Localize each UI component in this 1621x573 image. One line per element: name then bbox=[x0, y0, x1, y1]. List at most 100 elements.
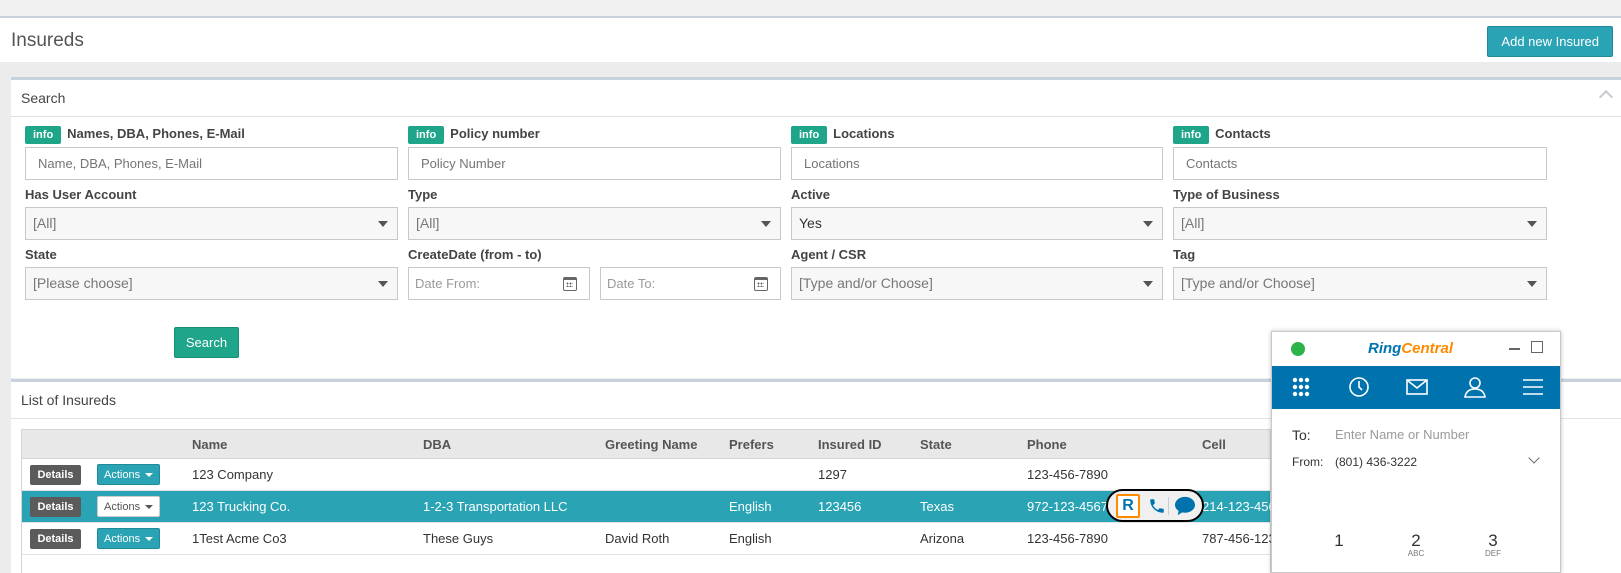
cell-greeting-name: David Roth bbox=[605, 531, 670, 546]
names-label: info Names, DBA, Phones, E-Mail bbox=[25, 126, 245, 144]
info-badge[interactable]: info bbox=[1173, 126, 1210, 144]
search-panel-heading[interactable]: Search bbox=[11, 80, 1621, 117]
ringcentral-widget: RingCentral To: Enter Name or Number Fro… bbox=[1271, 331, 1561, 573]
cell-dba: These Guys bbox=[423, 531, 494, 546]
date-from-input[interactable]: Date From: bbox=[408, 267, 590, 300]
table-header: Name DBA Greeting Name Prefers Insured I… bbox=[22, 430, 1270, 459]
insureds-table: Name DBA Greeting Name Prefers Insured I… bbox=[21, 429, 1276, 573]
caret-down-icon bbox=[761, 221, 771, 227]
cell-name: 1Test Acme Co3 bbox=[192, 531, 287, 546]
ringcentral-titlebar: RingCentral bbox=[1272, 332, 1560, 366]
has-user-account-select[interactable]: [All] bbox=[25, 207, 398, 240]
policy-number-input[interactable] bbox=[408, 147, 781, 180]
active-select[interactable]: Yes bbox=[791, 207, 1163, 240]
cell-dba: 1-2-3 Transportation LLC bbox=[423, 499, 568, 514]
minimize-icon[interactable] bbox=[1509, 348, 1520, 350]
tag-label: Tag bbox=[1173, 247, 1196, 262]
popout-icon[interactable] bbox=[1531, 341, 1543, 353]
contacts-icon[interactable] bbox=[1450, 366, 1500, 409]
column-header-state[interactable]: State bbox=[920, 437, 952, 452]
contacts-input[interactable] bbox=[1173, 147, 1547, 180]
cell-prefers: English bbox=[729, 531, 772, 546]
column-header-greeting-name[interactable]: Greeting Name bbox=[605, 437, 697, 452]
chevron-down-icon[interactable] bbox=[1528, 452, 1540, 464]
cell-phone: 123-456-7890 bbox=[1027, 531, 1108, 546]
menu-icon[interactable] bbox=[1508, 366, 1558, 409]
details-button[interactable]: Details bbox=[30, 497, 81, 517]
state-select[interactable]: [Please choose] bbox=[25, 267, 398, 300]
from-number-select[interactable]: (801) 436-3222 bbox=[1335, 455, 1417, 469]
cell-cell: 787-456-123 bbox=[1202, 531, 1276, 546]
locations-input[interactable] bbox=[791, 147, 1163, 180]
column-header-prefers[interactable]: Prefers bbox=[729, 437, 774, 452]
actions-dropdown-button[interactable]: Actions bbox=[97, 528, 160, 549]
cell-cell: 214-123-456 bbox=[1202, 499, 1276, 514]
from-label: From: bbox=[1292, 455, 1324, 469]
table-row[interactable]: Details Actions 1Test Acme Co3 These Guy… bbox=[22, 523, 1276, 555]
cell-phone: 972-123-4567 bbox=[1027, 499, 1108, 514]
dialpad-icon[interactable] bbox=[1276, 366, 1326, 409]
type-label: Type bbox=[408, 187, 438, 202]
add-new-insured-button[interactable]: Add new Insured bbox=[1487, 26, 1613, 57]
policy-label: info Policy number bbox=[408, 126, 540, 144]
actions-dropdown-button[interactable]: Actions bbox=[97, 464, 160, 485]
column-header-insured-id[interactable]: Insured ID bbox=[818, 437, 882, 452]
column-header-phone[interactable]: Phone bbox=[1027, 437, 1067, 452]
ringcentral-nav bbox=[1272, 366, 1560, 409]
messages-icon[interactable] bbox=[1392, 366, 1442, 409]
cell-prefers: English bbox=[729, 499, 772, 514]
create-date-label: CreateDate (from - to) bbox=[408, 247, 542, 262]
dialpad-key-3[interactable]: 3 DEF bbox=[1478, 531, 1508, 558]
details-button[interactable]: Details bbox=[30, 465, 81, 485]
ringcentral-phone-tools: R bbox=[1106, 489, 1204, 522]
calendar-icon[interactable] bbox=[563, 277, 577, 291]
phone-call-icon[interactable] bbox=[1148, 497, 1166, 515]
dialpad-key-2[interactable]: 2 ABC bbox=[1401, 531, 1431, 558]
ringcentral-logo: RingCentral bbox=[1368, 340, 1454, 357]
calendar-icon[interactable] bbox=[754, 277, 768, 291]
column-header-dba[interactable]: DBA bbox=[423, 437, 451, 452]
caret-down-icon bbox=[378, 281, 388, 287]
agent-csr-select[interactable]: [Type and/or Choose] bbox=[791, 267, 1163, 300]
names-search-input[interactable] bbox=[25, 147, 398, 180]
info-badge[interactable]: info bbox=[791, 126, 828, 144]
page-title: Insureds bbox=[11, 30, 84, 51]
to-label: To: bbox=[1292, 427, 1311, 443]
table-row[interactable]: Details Actions 123 Company 1297 123-456… bbox=[22, 459, 1270, 491]
top-band bbox=[0, 0, 1621, 16]
dialpad-key-1[interactable]: 1 bbox=[1324, 531, 1354, 551]
call-history-icon[interactable] bbox=[1334, 366, 1384, 409]
table-row-selected[interactable]: Details Actions 123 Trucking Co. 1-2-3 T… bbox=[22, 491, 1276, 523]
cell-insured-id: 123456 bbox=[818, 499, 862, 514]
caret-down-icon bbox=[1527, 281, 1537, 287]
type-of-business-select[interactable]: [All] bbox=[1173, 207, 1547, 240]
has-user-account-label: Has User Account bbox=[25, 187, 137, 202]
chevron-up-icon[interactable] bbox=[1598, 89, 1614, 105]
cell-name: 123 Company bbox=[192, 467, 273, 482]
caret-down-icon bbox=[378, 221, 388, 227]
column-header-name[interactable]: Name bbox=[192, 437, 227, 452]
type-of-business-label: Type of Business bbox=[1173, 187, 1280, 202]
search-button[interactable]: Search bbox=[174, 327, 239, 358]
active-label: Active bbox=[791, 187, 831, 202]
actions-dropdown-button[interactable]: Actions bbox=[97, 496, 160, 517]
column-header-cell[interactable]: Cell bbox=[1202, 437, 1226, 452]
contacts-label: info Contacts bbox=[1173, 126, 1271, 144]
search-panel-title: Search bbox=[21, 90, 66, 106]
info-badge[interactable]: info bbox=[408, 126, 445, 144]
to-number-input[interactable]: Enter Name or Number bbox=[1335, 427, 1469, 442]
sms-message-icon[interactable] bbox=[1174, 496, 1196, 516]
ringcentral-logo-icon[interactable]: R bbox=[1116, 494, 1140, 518]
details-button[interactable]: Details bbox=[30, 529, 81, 549]
locations-label: info Locations bbox=[791, 126, 895, 144]
caret-down-icon bbox=[1527, 221, 1537, 227]
caret-down-icon bbox=[145, 505, 153, 509]
cell-insured-id: 1297 bbox=[818, 467, 847, 482]
date-to-input[interactable]: Date To: bbox=[600, 267, 781, 300]
tag-select[interactable]: [Type and/or Choose] bbox=[1173, 267, 1547, 300]
info-badge[interactable]: info bbox=[25, 126, 62, 144]
presence-status-icon[interactable] bbox=[1291, 342, 1305, 356]
caret-down-icon bbox=[145, 537, 153, 541]
type-select[interactable]: [All] bbox=[408, 207, 781, 240]
cell-state: Texas bbox=[920, 499, 954, 514]
